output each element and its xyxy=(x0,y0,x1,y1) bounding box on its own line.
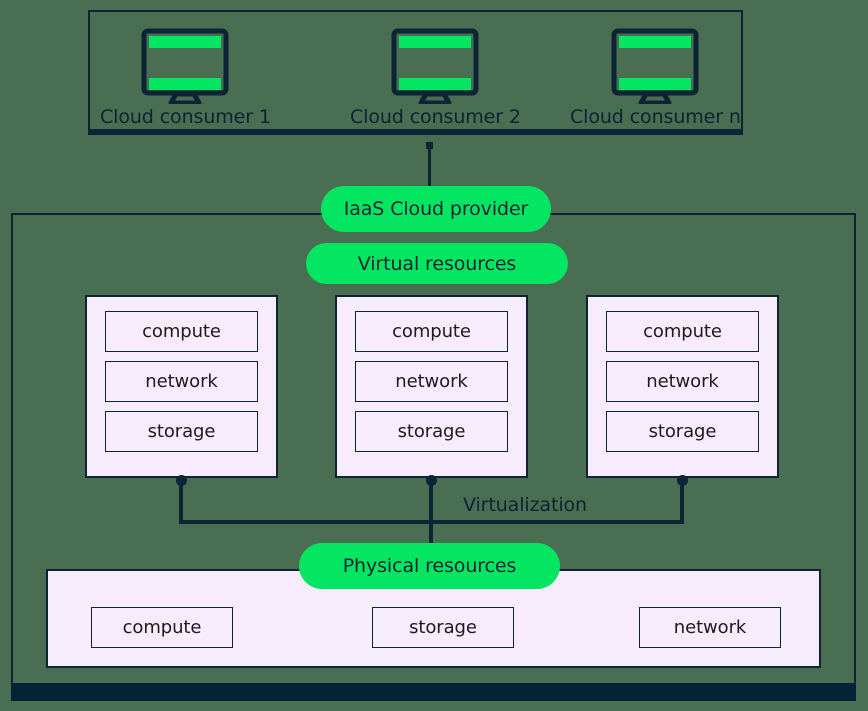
virtualization-label: Virtualization xyxy=(463,494,587,516)
virtual-compute-box[interactable]: compute xyxy=(606,311,759,352)
cloud-consumer-1-label: Cloud consumer 1 xyxy=(100,106,271,128)
virtual-storage-box[interactable]: storage xyxy=(105,411,258,452)
cloud-consumer-n-label: Cloud consumer n xyxy=(570,106,741,128)
virtual-network-box[interactable]: network xyxy=(355,361,508,402)
connector-line-trunk xyxy=(429,480,433,550)
virtual-network-box[interactable]: network xyxy=(105,361,258,402)
virtual-resource-stack-1: compute network storage xyxy=(85,295,278,478)
iaas-cloud-provider-label: IaaS Cloud provider xyxy=(343,198,529,220)
physical-storage-box[interactable]: storage xyxy=(372,607,514,648)
arrow-up-icon xyxy=(426,142,433,192)
iaas-cloud-provider-pill[interactable]: IaaS Cloud provider xyxy=(321,186,551,232)
physical-resources-label: Physical resources xyxy=(342,555,517,577)
virtual-network-box[interactable]: network xyxy=(606,361,759,402)
cloud-consumer-n[interactable]: Cloud consumer n xyxy=(570,28,741,128)
physical-resources-pill[interactable]: Physical resources xyxy=(299,543,560,589)
virtual-storage-box[interactable]: storage xyxy=(606,411,759,452)
cloud-consumer-1[interactable]: Cloud consumer 1 xyxy=(100,28,271,128)
virtual-resource-stack-3: compute network storage xyxy=(586,295,779,478)
diagram-canvas: Cloud consumer 1 Cloud consumer 2 Cloud … xyxy=(0,0,868,711)
cloud-consumers-container: Cloud consumer 1 Cloud consumer 2 Cloud … xyxy=(88,10,743,135)
provider-bottom-bar xyxy=(11,683,856,701)
monitor-icon xyxy=(391,28,479,104)
connector-line xyxy=(179,480,183,524)
monitor-icon xyxy=(141,28,229,104)
physical-network-box[interactable]: network xyxy=(639,607,781,648)
cloud-consumer-2-label: Cloud consumer 2 xyxy=(350,106,521,128)
cloud-consumer-2[interactable]: Cloud consumer 2 xyxy=(350,28,521,128)
virtual-compute-box[interactable]: compute xyxy=(105,311,258,352)
monitor-icon xyxy=(611,28,699,104)
virtual-resources-label: Virtual resources xyxy=(357,252,517,275)
physical-compute-box[interactable]: compute xyxy=(91,607,233,648)
connector-line xyxy=(680,480,684,524)
virtual-resources-pill[interactable]: Virtual resources xyxy=(306,243,568,284)
virtual-resource-stack-2: compute network storage xyxy=(335,295,528,478)
virtual-storage-box[interactable]: storage xyxy=(355,411,508,452)
virtual-compute-box[interactable]: compute xyxy=(355,311,508,352)
